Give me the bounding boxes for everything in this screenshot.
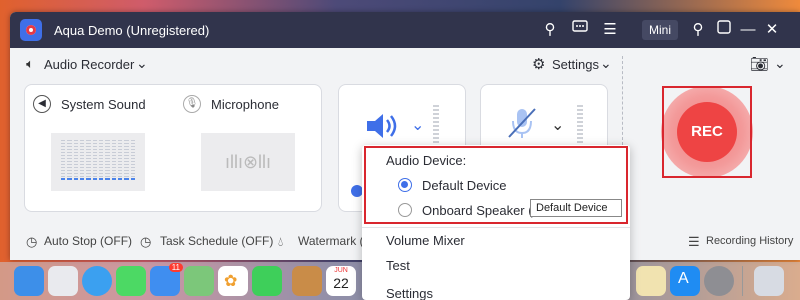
mode-label[interactable]: Audio Recorder <box>44 57 134 72</box>
camera-icon[interactable]: 📷︎ <box>750 55 769 73</box>
restore-icon[interactable] <box>714 20 734 40</box>
maps-icon[interactable] <box>184 266 214 296</box>
messages-icon[interactable] <box>116 266 146 296</box>
task-schedule-button[interactable]: Task Schedule (OFF) <box>160 234 273 248</box>
chevron-down-icon[interactable]: ⌄ <box>774 55 786 72</box>
highlight-audio-device <box>364 146 628 224</box>
microphone-muted-waveform: ıllı⊗llı <box>201 133 295 191</box>
microphone-label[interactable]: Microphone <box>211 97 279 112</box>
safari-icon[interactable] <box>82 266 112 296</box>
finder-icon[interactable] <box>14 266 44 296</box>
pin-icon[interactable]: ⚲ <box>688 20 708 40</box>
watermark-button[interactable]: Watermark ( <box>298 234 364 248</box>
menu-item-test[interactable]: Test <box>386 258 410 273</box>
app-store-icon[interactable]: A <box>670 266 700 296</box>
textedit-icon[interactable] <box>636 266 666 296</box>
key-icon[interactable]: ⚲ <box>540 20 560 40</box>
auto-stop-button[interactable]: Auto Stop (OFF) <box>44 234 132 248</box>
dock-separator <box>742 266 743 296</box>
chat-icon[interactable] <box>570 20 590 40</box>
list-icon: ☰ <box>688 234 700 249</box>
app-store-a-icon: A <box>678 270 689 287</box>
title-bar: Aqua Demo (Unregistered) ⚲ ☰ Mini ⚲ — ✕ <box>10 12 800 48</box>
gear-icon[interactable]: ⚙ <box>532 55 545 73</box>
calendar-month: JUN <box>334 267 348 274</box>
chevron-down-icon[interactable]: ⌄ <box>136 55 148 72</box>
mail-badge: 11 <box>168 263 183 272</box>
system-preferences-icon[interactable] <box>704 266 734 296</box>
app-title: Aqua Demo (Unregistered) <box>54 23 210 38</box>
highlight-rec-button <box>662 86 752 178</box>
menu-icon[interactable]: ☰ <box>600 20 620 40</box>
mini-button[interactable]: Mini <box>642 20 678 40</box>
app-logo-icon <box>20 19 42 41</box>
system-sound-label[interactable]: System Sound <box>61 97 146 112</box>
source-panel: ◀︎ System Sound 🎙︎ Microphone ıllı⊗llı <box>24 84 322 212</box>
minimize-icon[interactable]: — <box>738 20 758 40</box>
microphone-icon[interactable]: 🎙︎ <box>183 95 201 113</box>
calendar-day: 22 <box>333 275 349 291</box>
watermark-icon: 💧︎ <box>278 234 284 249</box>
speaker-icon: 🔈︎ <box>26 56 34 71</box>
photos-flower-icon: ✿ <box>224 273 238 290</box>
system-sound-icon[interactable]: ◀︎ <box>33 95 51 113</box>
device-dropdown-chevron-icon[interactable]: ⌄ <box>411 115 424 135</box>
system-sound-level-meter <box>51 133 145 191</box>
calendar-icon[interactable]: JUN 22 <box>326 266 356 296</box>
menu-item-volume-mixer[interactable]: Volume Mixer <box>386 233 465 248</box>
speaker-icon[interactable] <box>365 111 405 141</box>
launchpad-icon[interactable] <box>48 266 78 296</box>
facetime-icon[interactable] <box>252 266 282 296</box>
menu-divider <box>362 227 630 228</box>
mail-icon[interactable]: 11 <box>150 263 183 296</box>
photos-icon[interactable]: ✿ <box>218 266 248 296</box>
schedule-icon: ◷ <box>140 234 152 249</box>
microphone-muted-icon[interactable] <box>505 105 541 141</box>
clock-icon: ◷ <box>26 234 38 249</box>
menu-item-settings[interactable]: Settings <box>386 286 433 300</box>
settings-link[interactable]: Settings <box>552 57 599 72</box>
recording-history-button[interactable]: Recording History <box>706 235 793 247</box>
contacts-icon[interactable] <box>292 266 322 296</box>
microphone-dropdown-chevron-icon[interactable]: ⌄ <box>551 115 564 135</box>
image-preview-icon[interactable] <box>754 266 784 296</box>
chevron-down-icon[interactable]: ⌄ <box>600 55 612 72</box>
close-icon[interactable]: ✕ <box>762 20 782 40</box>
